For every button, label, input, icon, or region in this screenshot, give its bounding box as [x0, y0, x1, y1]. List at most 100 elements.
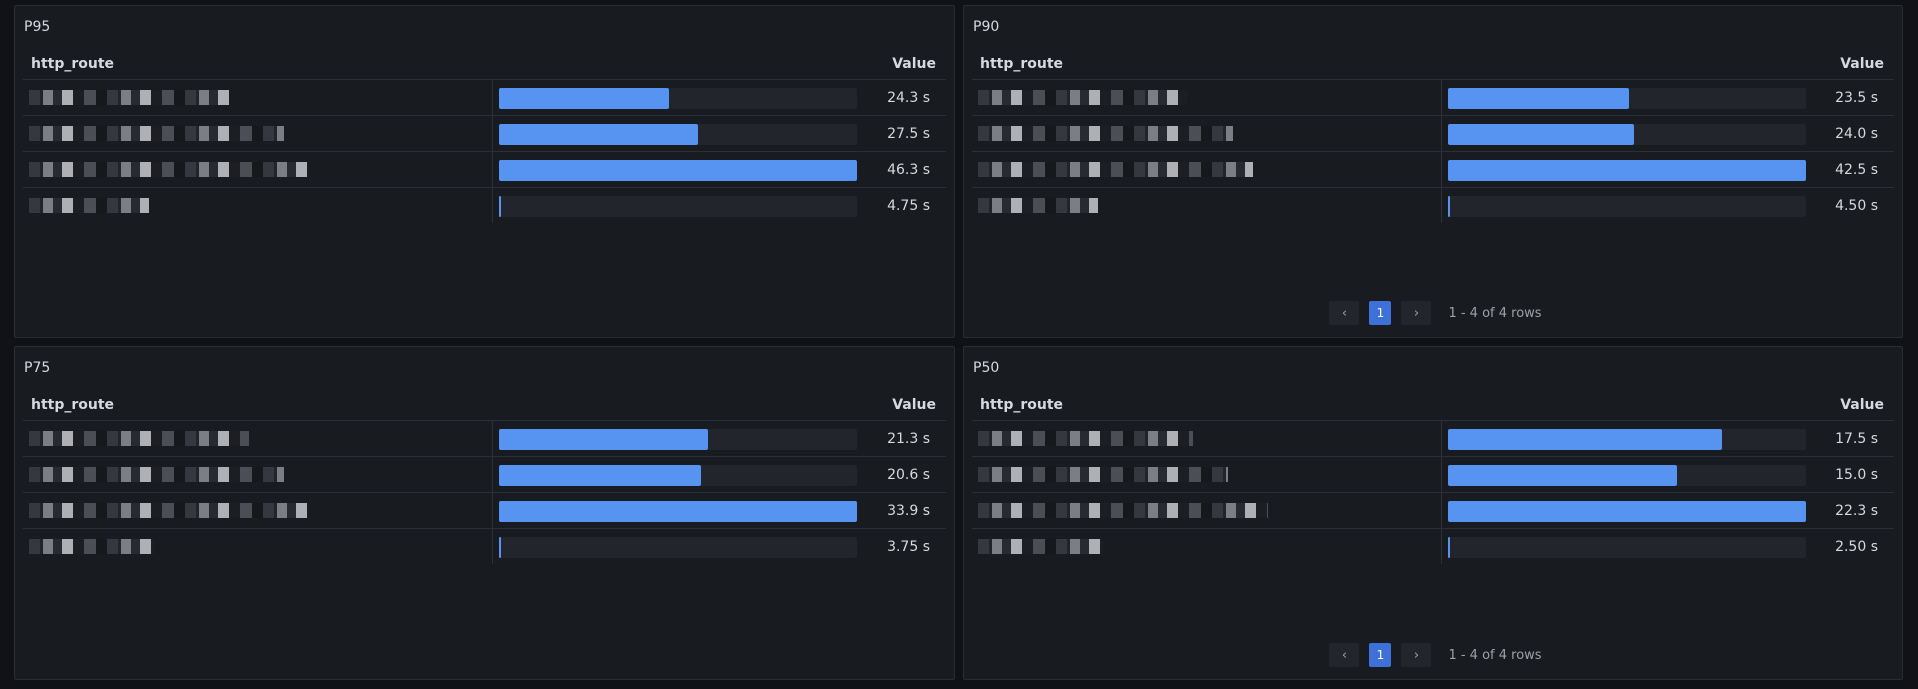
table-header: http_route Value	[23, 389, 946, 421]
chevron-right-icon: ›	[1413, 305, 1420, 321]
value-cell: 15.0 s	[1835, 467, 1878, 483]
bar-gauge	[1448, 465, 1806, 486]
value-cell: 3.75 s	[887, 539, 930, 555]
value-cell: 21.3 s	[887, 431, 930, 447]
panel-p95: P95 http_route Value 24.3 s 27.5 s 46.3 …	[14, 5, 955, 338]
bar-gauge	[499, 501, 857, 522]
redacted-text	[978, 198, 1098, 213]
route-cell-redacted	[23, 80, 493, 115]
column-header-http-route[interactable]: http_route	[31, 397, 114, 413]
page-1-button[interactable]: 1	[1369, 301, 1392, 325]
panel-title: P50	[973, 360, 1000, 376]
redacted-text	[978, 162, 1253, 177]
chevron-left-icon: ‹	[1341, 305, 1348, 321]
bar-gauge	[499, 124, 857, 145]
value-cell: 33.9 s	[887, 503, 930, 519]
pagination: ‹ 1 › 1 - 4 of 4 rows	[964, 301, 1902, 325]
bar-fill	[1448, 537, 1450, 558]
bar-fill	[1448, 88, 1629, 109]
redacted-text	[29, 126, 284, 141]
bar-gauge	[499, 160, 857, 181]
value-cell: 17.5 s	[1835, 431, 1878, 447]
bar-fill	[499, 537, 501, 558]
route-cell-redacted	[972, 529, 1442, 564]
bar-fill	[1448, 501, 1806, 522]
route-cell-redacted	[972, 493, 1442, 528]
table-row: 33.9 s	[23, 493, 946, 529]
bar-fill	[499, 501, 857, 522]
value-cell: 23.5 s	[1835, 90, 1878, 106]
route-cell-redacted	[972, 152, 1442, 187]
chevron-right-icon: ›	[1413, 647, 1420, 663]
bar-fill	[499, 88, 669, 109]
panel-p75: P75 http_route Value 21.3 s 20.6 s 33.9 …	[14, 346, 955, 680]
redacted-text	[29, 539, 154, 554]
bar-fill	[499, 465, 701, 486]
column-header-http-route[interactable]: http_route	[980, 56, 1063, 72]
value-cell: 4.50 s	[1835, 198, 1878, 214]
table-row: 15.0 s	[972, 457, 1894, 493]
bar-fill	[499, 160, 857, 181]
table-row: 22.3 s	[972, 493, 1894, 529]
route-cell-redacted	[23, 529, 493, 564]
redacted-text	[978, 503, 1268, 518]
value-cell: 24.0 s	[1835, 126, 1878, 142]
column-header-value[interactable]: Value	[892, 397, 936, 413]
column-header-value[interactable]: Value	[1840, 56, 1884, 72]
column-header-value[interactable]: Value	[1840, 397, 1884, 413]
bar-fill	[499, 196, 501, 217]
redacted-text	[29, 467, 284, 482]
redacted-text	[29, 90, 229, 105]
value-cell: 24.3 s	[887, 90, 930, 106]
value-cell: 4.75 s	[887, 198, 930, 214]
route-cell-redacted	[23, 493, 493, 528]
bar-gauge	[499, 465, 857, 486]
pagination: ‹ 1 › 1 - 4 of 4 rows	[964, 643, 1902, 667]
bar-gauge	[1448, 537, 1806, 558]
bar-fill	[499, 429, 708, 450]
route-cell-redacted	[23, 457, 493, 492]
bar-gauge	[1448, 429, 1806, 450]
bar-fill	[1448, 429, 1722, 450]
redacted-text	[978, 90, 1188, 105]
rows-summary: 1 - 4 of 4 rows	[1448, 305, 1542, 321]
bar-fill	[1448, 160, 1806, 181]
table-row: 27.5 s	[23, 116, 946, 152]
table-header: http_route Value	[972, 389, 1894, 421]
bar-gauge	[499, 88, 857, 109]
table-row: 2.50 s	[972, 529, 1894, 565]
panel-p50: P50 http_route Value 17.5 s 15.0 s 22.3 …	[963, 346, 1903, 680]
value-cell: 42.5 s	[1835, 162, 1878, 178]
page-1-button[interactable]: 1	[1369, 643, 1392, 667]
bar-gauge	[499, 537, 857, 558]
route-cell-redacted	[23, 421, 493, 456]
table-header: http_route Value	[972, 48, 1894, 80]
table-row: 24.0 s	[972, 116, 1894, 152]
bar-fill	[1448, 196, 1450, 217]
next-page-button[interactable]: ›	[1401, 301, 1432, 325]
next-page-button[interactable]: ›	[1401, 643, 1432, 667]
value-cell: 46.3 s	[887, 162, 930, 178]
table-row: 3.75 s	[23, 529, 946, 565]
table-header: http_route Value	[23, 48, 946, 80]
value-cell: 27.5 s	[887, 126, 930, 142]
bar-fill	[499, 124, 698, 145]
redacted-text	[978, 467, 1228, 482]
column-header-http-route[interactable]: http_route	[31, 56, 114, 72]
bar-gauge	[1448, 88, 1806, 109]
rows-summary: 1 - 4 of 4 rows	[1448, 647, 1542, 663]
bar-gauge	[1448, 196, 1806, 217]
value-cell: 2.50 s	[1835, 539, 1878, 555]
panel-title: P75	[24, 360, 51, 376]
route-cell-redacted	[972, 80, 1442, 115]
chevron-left-icon: ‹	[1341, 647, 1348, 663]
prev-page-button[interactable]: ‹	[1329, 301, 1360, 325]
table-row: 20.6 s	[23, 457, 946, 493]
table-row: 42.5 s	[972, 152, 1894, 188]
prev-page-button[interactable]: ‹	[1329, 643, 1360, 667]
column-header-value[interactable]: Value	[892, 56, 936, 72]
route-cell-redacted	[972, 116, 1442, 151]
column-header-http-route[interactable]: http_route	[980, 397, 1063, 413]
redacted-text	[978, 431, 1193, 446]
route-cell-redacted	[23, 152, 493, 187]
